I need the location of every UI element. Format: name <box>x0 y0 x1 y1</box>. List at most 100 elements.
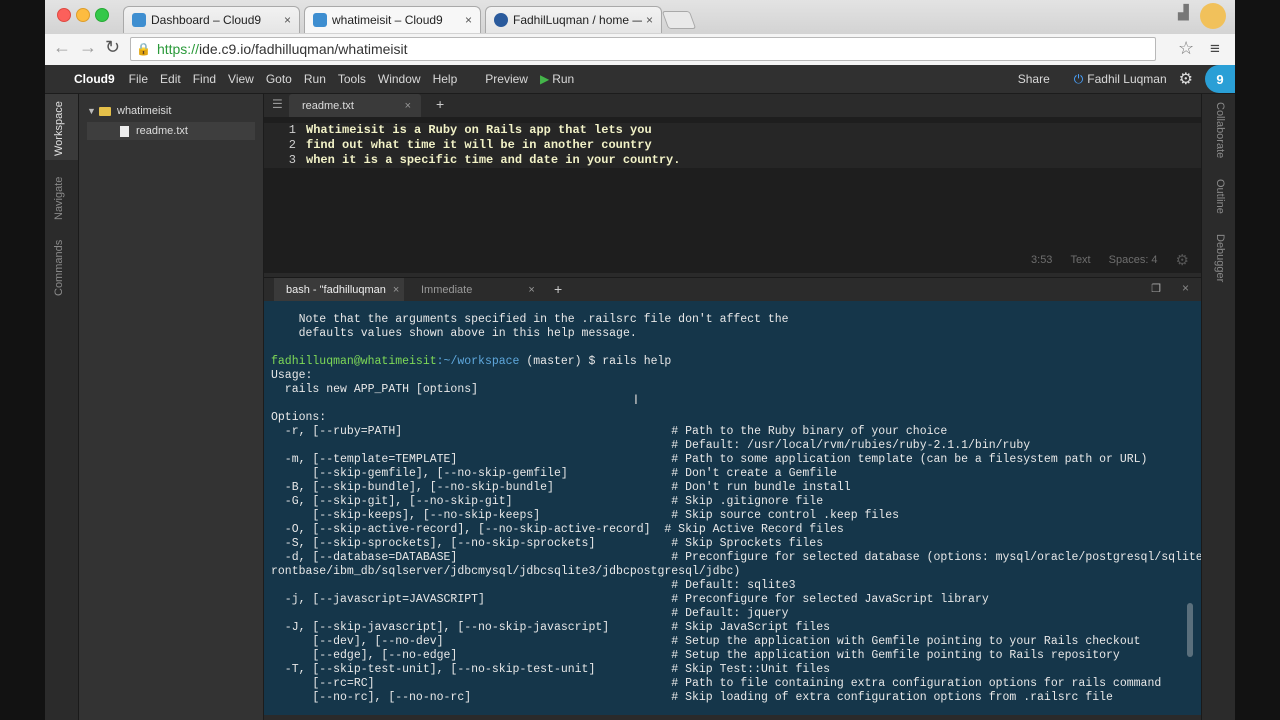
terminal-line: -B, [--skip-bundle], [--no-skip-bundle] … <box>271 481 851 494</box>
code-editor[interactable]: 1 Whatimeisit is a Ruby on Rails app tha… <box>264 117 1201 273</box>
play-icon: ▶ <box>539 72 550 86</box>
add-terminal-button[interactable]: + <box>554 281 562 297</box>
bookmark-star-icon[interactable]: ☆ <box>1178 38 1194 59</box>
minimize-window-button[interactable] <box>76 8 90 22</box>
panel-workspace[interactable]: Workspace <box>53 101 65 156</box>
text-cursor-icon: I <box>634 391 638 407</box>
panel-outline[interactable]: Outline <box>1214 179 1226 214</box>
panel-debugger[interactable]: Debugger <box>1214 234 1226 282</box>
menu-file[interactable]: File <box>123 72 154 86</box>
expand-arrow-icon[interactable]: ▼ <box>87 106 99 116</box>
line-number: 1 <box>288 123 296 137</box>
github-favicon-icon <box>494 13 508 27</box>
syntax-mode[interactable]: Text <box>1070 254 1090 266</box>
browser-tab-whatimeisit[interactable]: whatimeisit – Cloud9 × <box>304 6 481 33</box>
menubar-right: Share ⏻ Fadhil Luqman ⚙ 9 <box>1012 65 1235 93</box>
terminal-line: -S, [--skip-sprockets], [--no-skip-sproc… <box>271 537 824 550</box>
editor-menu-icon[interactable]: ☰ <box>272 97 283 111</box>
tab-immediate[interactable]: Immediate × <box>409 278 539 302</box>
menu-window[interactable]: Window <box>372 72 427 86</box>
browser-menu-icon[interactable]: ≡ <box>1210 39 1220 59</box>
panel-collaborate[interactable]: Collaborate <box>1214 102 1226 158</box>
terminal-line: -j, [--javascript=JAVASCRIPT] # Preconfi… <box>271 593 989 606</box>
menu-goto[interactable]: Goto <box>260 72 298 86</box>
add-tab-button[interactable]: + <box>436 96 444 112</box>
tab-close-icon[interactable]: × <box>284 13 291 27</box>
close-icon[interactable]: × <box>528 284 534 296</box>
tab-close-icon[interactable]: × <box>465 13 472 27</box>
right-panel-strip: Collaborate Outline Debugger <box>1201 94 1235 720</box>
tab-readme[interactable]: readme.txt × <box>289 94 421 117</box>
terminal-line: -d, [--database=DATABASE] # Preconfigure… <box>271 551 1201 564</box>
editor-tab-bar: ☰ readme.txt × + <box>264 94 1201 118</box>
panel-commands[interactable]: Commands <box>53 240 65 296</box>
line-number: 3 <box>288 153 296 167</box>
cloud9-brand[interactable]: Cloud9 <box>45 72 123 86</box>
menu-edit[interactable]: Edit <box>154 72 187 86</box>
cloud9-logo-icon[interactable]: 9 <box>1205 65 1235 93</box>
panel-navigate[interactable]: Navigate <box>53 177 65 220</box>
close-window-button[interactable] <box>57 8 71 22</box>
code-line[interactable]: find out what time it will be in another… <box>306 138 652 152</box>
menu-view[interactable]: View <box>222 72 260 86</box>
tab-label: Immediate <box>421 284 473 296</box>
back-arrow-icon[interactable]: ← <box>53 37 71 58</box>
close-panel-icon[interactable]: × <box>1182 281 1189 295</box>
new-tab-button[interactable] <box>661 11 697 29</box>
tree-file-row[interactable]: readme.txt <box>87 122 255 140</box>
file-name: readme.txt <box>136 125 188 137</box>
ide-menubar: Cloud9 File Edit Find View Goto Run Tool… <box>45 65 1235 94</box>
indent-setting[interactable]: Spaces: 4 <box>1109 254 1158 266</box>
cloud9-favicon-icon <box>132 13 146 27</box>
maximize-icon[interactable]: ❐ <box>1151 282 1161 295</box>
code-line[interactable]: when it is a specific time and date in y… <box>306 153 680 167</box>
browser-tab-dashboard[interactable]: Dashboard – Cloud9 × <box>123 6 300 33</box>
cloud9-favicon-icon <box>313 13 327 27</box>
user-menu[interactable]: ⏻ Fadhil Luqman <box>1068 72 1173 87</box>
forward-arrow-icon[interactable]: → <box>79 37 97 58</box>
terminal-line: Usage: <box>271 369 313 382</box>
tab-title: whatimeisit – Cloud9 <box>332 13 443 27</box>
close-icon[interactable]: × <box>393 284 399 296</box>
line-number: 2 <box>288 138 296 152</box>
tab-label: bash - "fadhilluqman <box>286 284 386 296</box>
terminal-line: # Default: sqlite3 <box>271 579 796 592</box>
terminal-line: [--no-rc], [--no-no-rc] # Skip loading o… <box>271 691 1113 704</box>
menu-run[interactable]: Run <box>298 72 332 86</box>
screen-frame: Dashboard – Cloud9 × whatimeisit – Cloud… <box>45 0 1235 720</box>
terminal-prompt-line: fadhilluqman@whatimeisit:~/workspace (ma… <box>271 355 671 369</box>
run-label: Run <box>552 72 575 86</box>
file-icon <box>120 125 129 137</box>
lock-icon: 🔒 <box>136 42 151 56</box>
tab-close-icon[interactable]: × <box>646 13 653 27</box>
zoom-window-button[interactable] <box>95 8 109 22</box>
address-bar-row: ← → ↻ 🔒 https://ide.c9.io/fadhilluqman/w… <box>45 34 1235 66</box>
reload-icon[interactable]: ↻ <box>105 37 120 58</box>
terminal-scrollbar[interactable] <box>1187 603 1193 657</box>
editor-settings-gear-icon[interactable]: ⚙ <box>1176 251 1189 269</box>
workspace-tree: ▼ whatimeisit readme.txt <box>79 94 264 720</box>
profile-icon[interactable]: ▟ <box>1178 4 1189 21</box>
prompt-user: fadhilluqman@whatimeisit <box>271 355 437 368</box>
terminal-line: [--edge], [--no-edge] # Setup the applic… <box>271 649 1120 662</box>
cursor-position: 3:53 <box>1031 254 1053 266</box>
power-icon: ⏻ <box>1073 71 1084 86</box>
menu-find[interactable]: Find <box>187 72 222 86</box>
run-button[interactable]: ▶ Run <box>534 72 580 86</box>
user-name: Fadhil Luqman <box>1087 71 1167 86</box>
left-panel-strip: Workspace Navigate Commands <box>45 94 79 720</box>
menu-tools[interactable]: Tools <box>332 72 372 86</box>
preview-button[interactable]: Preview <box>479 72 534 86</box>
avatar[interactable] <box>1200 3 1226 29</box>
tab-bash[interactable]: bash - "fadhilluqman × <box>274 278 404 302</box>
settings-gear-icon[interactable]: ⚙ <box>1179 69 1193 89</box>
menu-help[interactable]: Help <box>427 72 464 86</box>
browser-tab-github[interactable]: FadhilLuqman / home — B × <box>485 6 662 33</box>
tree-folder-row[interactable]: ▼ whatimeisit <box>87 102 263 120</box>
close-icon[interactable]: × <box>405 100 411 112</box>
terminal-output[interactable]: Note that the arguments specified in the… <box>264 301 1201 715</box>
terminal-line: [--skip-keeps], [--no-skip-keeps] # Skip… <box>271 509 900 522</box>
share-button[interactable]: Share <box>1012 72 1056 86</box>
code-line[interactable]: Whatimeisit is a Ruby on Rails app that … <box>306 123 652 137</box>
url-input[interactable]: 🔒 https://ide.c9.io/fadhilluqman/whatime… <box>130 37 1156 61</box>
